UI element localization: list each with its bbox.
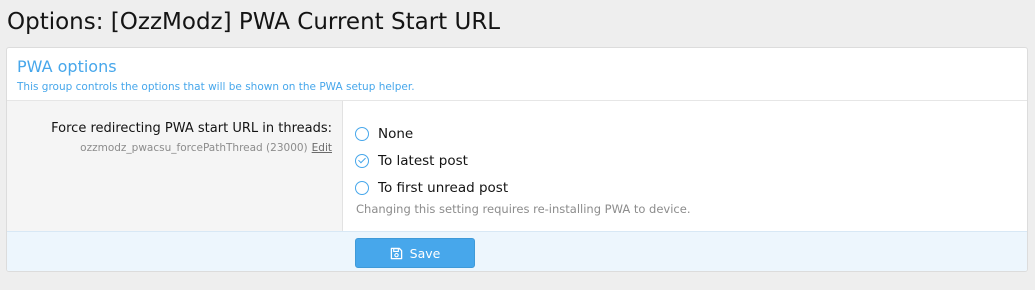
radio-button-checked[interactable] [355,153,369,168]
radio-group: None To latest post To first unread post [355,120,508,201]
group-description: This group controls the options that wil… [17,81,415,93]
option-label: Force redirecting PWA start URL in threa… [51,121,332,136]
option-label-column: Force redirecting PWA start URL in threa… [7,101,343,231]
save-button[interactable]: Save [355,238,475,268]
radio-option-none[interactable]: None [355,120,508,147]
radio-label[interactable]: To first unread post [378,180,508,196]
save-icon [390,247,402,259]
radio-option-first-unread[interactable]: To first unread post [355,174,508,201]
radio-label[interactable]: To latest post [378,153,468,169]
radio-option-latest-post[interactable]: To latest post [355,147,508,174]
edit-link[interactable]: Edit [312,142,332,154]
save-label: Save [409,245,441,261]
radio-button[interactable] [355,180,369,195]
option-id: ozzmodz_pwacsu_forcePathThread (23000) [80,142,308,154]
radio-button[interactable] [355,126,369,141]
form-footer: Save [7,231,1027,271]
options-block: PWA options This group controls the opti… [6,47,1028,272]
option-hint: ozzmodz_pwacsu_forcePathThread (23000) Ed… [80,142,332,154]
option-explain: Changing this setting requires re-instal… [356,202,691,216]
group-title: PWA options [17,57,117,76]
page-title: Options: [OzzModz] PWA Current Start URL [7,9,501,35]
block-header: PWA options This group controls the opti… [7,48,1027,101]
radio-label[interactable]: None [378,126,413,142]
